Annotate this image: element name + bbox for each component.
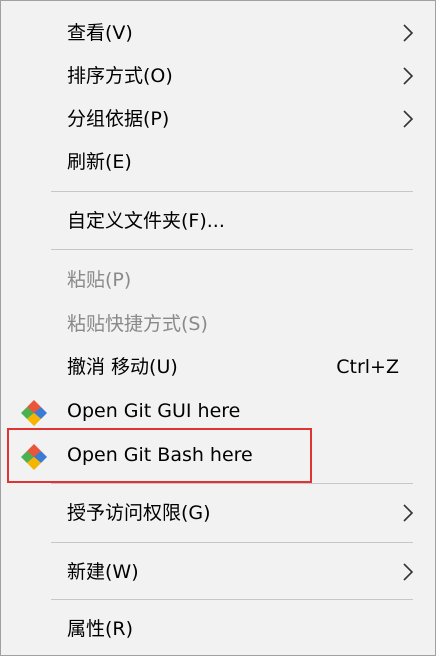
chevron-right-icon bbox=[403, 24, 414, 42]
menu-item-group-by[interactable]: 分组依据(P) bbox=[1, 98, 435, 140]
menu-item-shortcut: Ctrl+Z bbox=[336, 356, 399, 378]
chevron-right-icon bbox=[403, 563, 414, 581]
menu-item-label: 查看(V) bbox=[67, 22, 133, 44]
menu-item-open-git-gui[interactable]: Open Git GUI here bbox=[1, 390, 435, 432]
menu-separator bbox=[51, 542, 413, 543]
menu-item-label: 粘贴快捷方式(S) bbox=[67, 313, 208, 335]
menu-item-grant-access[interactable]: 授予访问权限(G) bbox=[1, 492, 435, 534]
git-icon bbox=[21, 400, 47, 426]
menu-item-label: Open Git Bash here bbox=[67, 444, 253, 466]
context-menu: 查看(V) 排序方式(O) 分组依据(P) 刷新(E) 自定义文件夹(F)...… bbox=[0, 0, 436, 656]
git-icon bbox=[21, 444, 47, 470]
menu-item-refresh[interactable]: 刷新(E) bbox=[1, 141, 435, 183]
menu-item-properties[interactable]: 属性(R) bbox=[1, 608, 435, 650]
menu-item-label: 刷新(E) bbox=[67, 151, 132, 173]
menu-item-undo-move[interactable]: 撤消 移动(U) Ctrl+Z bbox=[1, 346, 435, 388]
menu-separator bbox=[51, 249, 413, 250]
menu-item-paste-shortcut: 粘贴快捷方式(S) bbox=[1, 303, 435, 345]
menu-item-label: 授予访问权限(G) bbox=[67, 502, 211, 524]
menu-item-paste: 粘贴(P) bbox=[1, 259, 435, 301]
menu-separator bbox=[51, 483, 413, 484]
menu-item-label: 排序方式(O) bbox=[67, 65, 173, 87]
menu-item-label: 粘贴(P) bbox=[67, 269, 132, 291]
chevron-right-icon bbox=[403, 110, 414, 128]
menu-separator bbox=[51, 599, 413, 600]
menu-item-label: 新建(W) bbox=[67, 561, 139, 583]
menu-item-label: Open Git GUI here bbox=[67, 400, 241, 422]
menu-item-label: 撤消 移动(U) bbox=[67, 356, 178, 378]
menu-separator bbox=[51, 191, 413, 192]
menu-item-sort-by[interactable]: 排序方式(O) bbox=[1, 55, 435, 97]
menu-item-label: 自定义文件夹(F)... bbox=[67, 210, 225, 232]
menu-item-label: 属性(R) bbox=[67, 618, 134, 640]
menu-item-customize-folder[interactable]: 自定义文件夹(F)... bbox=[1, 200, 435, 242]
menu-item-view[interactable]: 查看(V) bbox=[1, 12, 435, 54]
chevron-right-icon bbox=[403, 504, 414, 522]
menu-item-open-git-bash[interactable]: Open Git Bash here bbox=[1, 434, 435, 476]
chevron-right-icon bbox=[403, 67, 414, 85]
menu-item-new[interactable]: 新建(W) bbox=[1, 551, 435, 593]
menu-item-label: 分组依据(P) bbox=[67, 108, 170, 130]
